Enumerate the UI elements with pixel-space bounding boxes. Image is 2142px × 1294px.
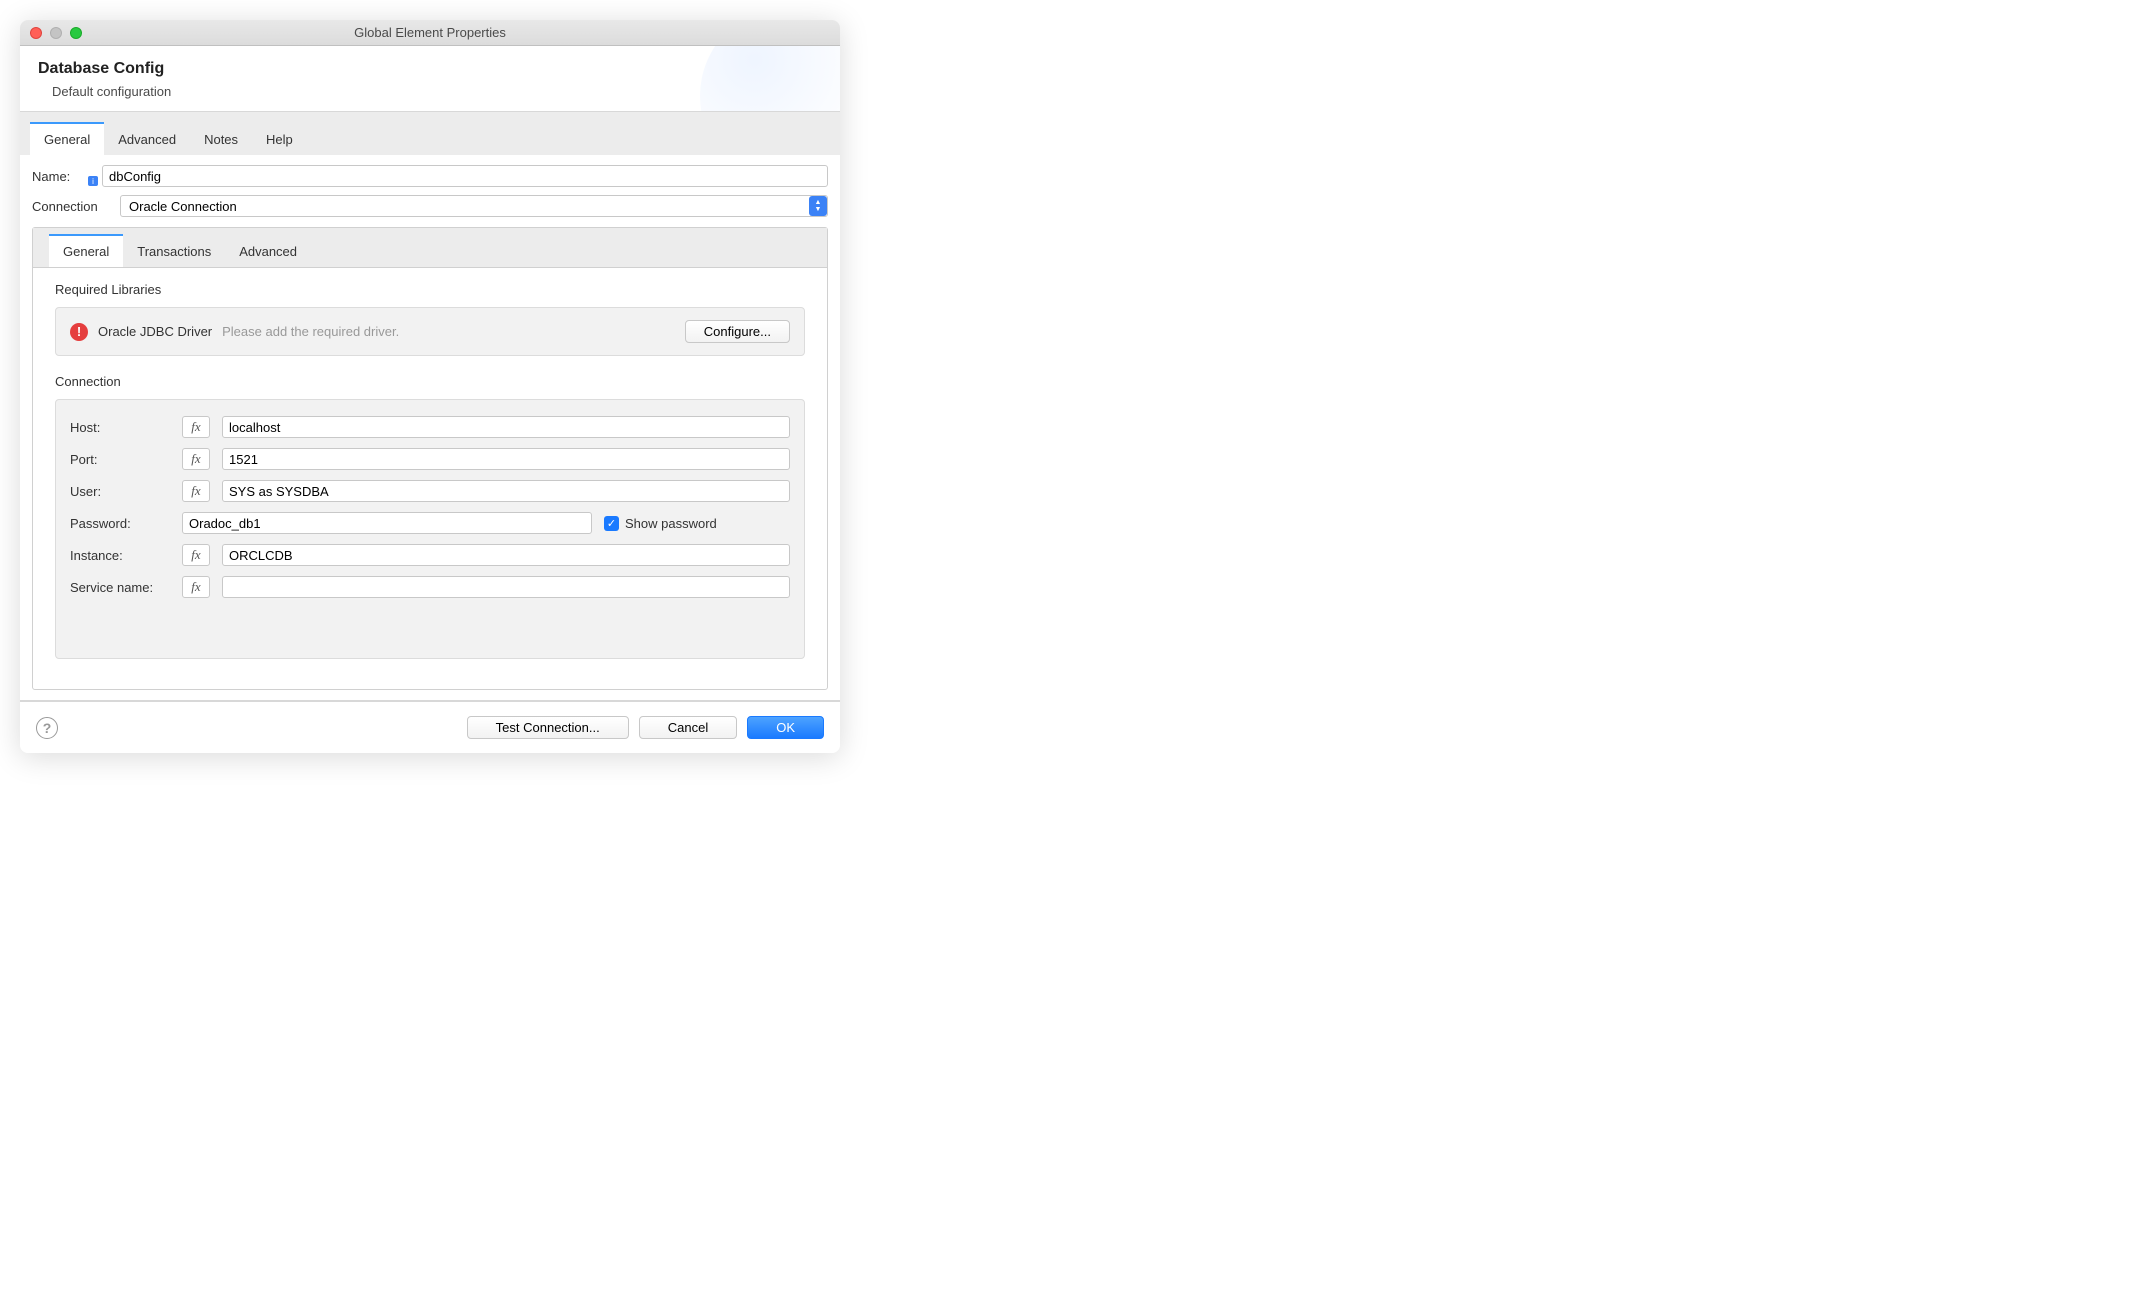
page-subtitle: Default configuration — [38, 84, 822, 99]
required-libraries-title: Required Libraries — [55, 282, 805, 297]
window-title: Global Element Properties — [354, 25, 506, 40]
info-icon: i — [88, 176, 98, 186]
inner-tab-advanced[interactable]: Advanced — [225, 234, 311, 267]
checkbox-checked-icon: ✓ — [604, 516, 619, 531]
tab-general[interactable]: General — [30, 122, 104, 155]
fx-button-port[interactable]: fx — [182, 448, 210, 470]
inner-tab-transactions[interactable]: Transactions — [123, 234, 225, 267]
fx-button-instance[interactable]: fx — [182, 544, 210, 566]
service-name-row: Service name: fx — [70, 576, 790, 598]
service-name-input[interactable] — [222, 576, 790, 598]
connection-select-value: Oracle Connection — [120, 195, 828, 217]
user-row: User: fx — [70, 480, 790, 502]
name-input[interactable] — [102, 165, 828, 187]
name-row: Name: i — [32, 165, 828, 187]
page-title: Database Config — [38, 60, 822, 78]
chevron-up-down-icon: ▲▼ — [809, 196, 827, 216]
service-name-label: Service name: — [70, 580, 170, 595]
password-row: Password: ✓ Show password — [70, 512, 790, 534]
fx-button-user[interactable]: fx — [182, 480, 210, 502]
connection-section-title: Connection — [55, 374, 805, 389]
tab-notes[interactable]: Notes — [190, 122, 252, 155]
user-input[interactable] — [222, 480, 790, 502]
connection-section: Host: fx Port: fx User: fx — [55, 399, 805, 659]
password-label: Password: — [70, 516, 170, 531]
dialog-footer: ? Test Connection... Cancel OK — [20, 701, 840, 753]
host-row: Host: fx — [70, 416, 790, 438]
minimize-icon[interactable] — [50, 27, 62, 39]
inner-body: Required Libraries ! Oracle JDBC Driver … — [33, 268, 827, 689]
inner-panel: General Transactions Advanced Required L… — [32, 227, 828, 690]
close-icon[interactable] — [30, 27, 42, 39]
maximize-icon[interactable] — [70, 27, 82, 39]
connection-label: Connection — [32, 199, 112, 214]
inner-tab-bar: General Transactions Advanced — [33, 228, 827, 268]
instance-row: Instance: fx — [70, 544, 790, 566]
user-label: User: — [70, 484, 170, 499]
connection-select[interactable]: Oracle Connection ▲▼ — [120, 195, 828, 217]
tab-advanced[interactable]: Advanced — [104, 122, 190, 155]
form-top: Name: i Connection Oracle Connection ▲▼ … — [20, 155, 840, 701]
traffic-lights — [30, 27, 82, 39]
driver-hint: Please add the required driver. — [222, 324, 675, 339]
fx-button-host[interactable]: fx — [182, 416, 210, 438]
ok-button[interactable]: OK — [747, 716, 824, 739]
help-icon[interactable]: ? — [36, 717, 58, 739]
test-connection-button[interactable]: Test Connection... — [467, 716, 629, 739]
port-label: Port: — [70, 452, 170, 467]
password-input[interactable] — [182, 512, 592, 534]
show-password-label: Show password — [625, 516, 717, 531]
fx-button-service-name[interactable]: fx — [182, 576, 210, 598]
dialog-header: Database Config Default configuration — [20, 46, 840, 112]
name-label: Name: — [32, 169, 80, 184]
outer-tab-bar: General Advanced Notes Help — [20, 112, 840, 155]
port-input[interactable] — [222, 448, 790, 470]
connection-row: Connection Oracle Connection ▲▼ — [32, 195, 828, 217]
show-password-toggle[interactable]: ✓ Show password — [604, 516, 717, 531]
dialog-window: Global Element Properties Database Confi… — [20, 20, 840, 753]
host-label: Host: — [70, 420, 170, 435]
alert-icon: ! — [70, 323, 88, 341]
inner-tab-general[interactable]: General — [49, 234, 123, 267]
cancel-button[interactable]: Cancel — [639, 716, 737, 739]
tab-help[interactable]: Help — [252, 122, 307, 155]
required-libraries-box: ! Oracle JDBC Driver Please add the requ… — [55, 307, 805, 356]
titlebar: Global Element Properties — [20, 20, 840, 46]
port-row: Port: fx — [70, 448, 790, 470]
instance-label: Instance: — [70, 548, 170, 563]
host-input[interactable] — [222, 416, 790, 438]
configure-button[interactable]: Configure... — [685, 320, 790, 343]
driver-name: Oracle JDBC Driver — [98, 324, 212, 339]
instance-input[interactable] — [222, 544, 790, 566]
